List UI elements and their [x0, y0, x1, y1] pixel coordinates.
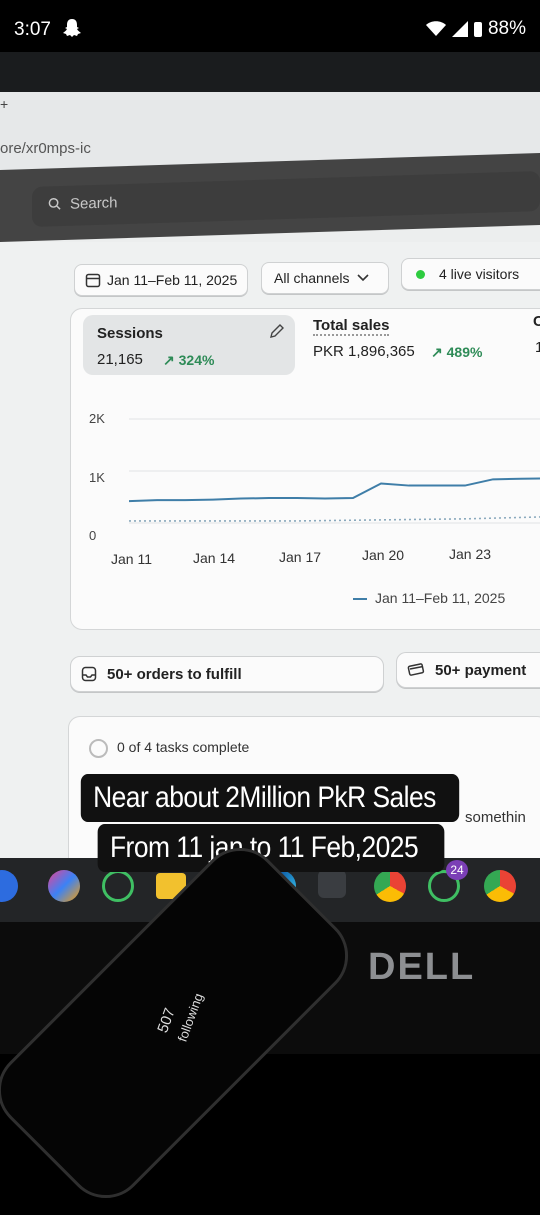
- sessions-series-line: [129, 477, 540, 503]
- sessions-metric-tile[interactable]: Sessions 21,165 ↗ 324%: [83, 315, 295, 375]
- comparison-series-line: [129, 516, 540, 522]
- total-sales-label[interactable]: Total sales: [313, 317, 390, 336]
- sessions-line-chart: [129, 418, 540, 524]
- inbox-icon: [81, 666, 97, 682]
- new-tab-button[interactable]: +: [0, 96, 8, 112]
- caption-text-1: Near about 2Million PkR Sales: [93, 781, 436, 814]
- sessions-value: 21,165: [97, 351, 143, 368]
- date-range-label: Jan 11–Feb 11, 2025: [107, 272, 238, 288]
- y-tick-label: 1K: [89, 470, 105, 485]
- total-sales-value: PKR 1,896,365: [313, 343, 415, 360]
- caption-line-1: Near about 2Million PkR Sales: [80, 774, 460, 822]
- payments-label: 50+ payment: [435, 661, 527, 679]
- search-icon: [48, 197, 61, 210]
- third-metric-label: C: [533, 313, 540, 330]
- calendar-icon: [85, 273, 101, 288]
- search-placeholder: Search: [70, 194, 118, 213]
- store-icon[interactable]: [318, 870, 346, 898]
- analytics-card: Sessions 21,165 ↗ 324% Total sales PKR 1…: [70, 308, 540, 630]
- third-metric-value: 1: [535, 339, 540, 356]
- chevron-down-icon: [356, 274, 369, 282]
- dell-logo: DELL: [368, 946, 476, 988]
- status-bar: 3:07 88%: [0, 0, 540, 52]
- sessions-delta: ↗ 324%: [163, 352, 214, 369]
- y-tick-label: 2K: [89, 411, 105, 426]
- x-tick-label: Jan 11: [111, 551, 152, 567]
- progress-circle-icon: [89, 739, 108, 758]
- status-icons: 88%: [425, 18, 526, 40]
- legend-line-swatch: [353, 598, 367, 601]
- pencil-icon[interactable]: [269, 323, 285, 339]
- channels-label: All channels: [274, 270, 350, 286]
- x-tick-label: Jan 14: [193, 550, 236, 566]
- date-range-button[interactable]: Jan 11–Feb 11, 2025: [74, 264, 248, 296]
- orders-label: 50+ orders to fulfill: [107, 665, 242, 683]
- copilot-icon[interactable]: [48, 870, 80, 902]
- battery-percent: 88%: [487, 18, 526, 39]
- channels-dropdown[interactable]: All channels: [261, 262, 389, 294]
- x-tick-label: Jan 20: [362, 547, 405, 563]
- zoom-icon[interactable]: [0, 870, 18, 902]
- orders-to-fulfill-button[interactable]: 50+ orders to fulfill: [70, 656, 384, 692]
- notification-badge: 24: [446, 860, 468, 880]
- battery-icon: [473, 21, 482, 37]
- total-sales-delta-value: 489%: [446, 344, 483, 360]
- live-visitors-button[interactable]: 4 live visitors: [401, 258, 540, 290]
- whatsapp-icon[interactable]: [102, 870, 134, 902]
- payment-icon: [407, 663, 425, 676]
- wifi-icon: [425, 21, 446, 36]
- legend-label: Jan 11–Feb 11, 2025: [375, 590, 506, 606]
- sessions-delta-value: 324%: [178, 352, 215, 368]
- search-input[interactable]: Search: [32, 171, 540, 227]
- payments-button[interactable]: 50+ payment: [396, 652, 540, 688]
- url-text[interactable]: ore/xr0mps-ic: [0, 140, 91, 157]
- live-visitors-label: 4 live visitors: [439, 266, 520, 282]
- trend-up-icon: ↗: [431, 344, 443, 360]
- trend-up-icon: ↗: [163, 352, 175, 368]
- live-dot-icon: [416, 269, 425, 279]
- x-tick-label: Jan 23: [449, 546, 492, 562]
- signal-icon: [451, 21, 468, 37]
- chrome-icon[interactable]: [484, 870, 516, 902]
- chart-legend: Jan 11–Feb 11, 2025: [353, 590, 505, 606]
- task-partial-text: somethin: [465, 809, 526, 826]
- status-time: 3:07: [14, 19, 51, 40]
- snapchat-icon: [63, 19, 81, 37]
- total-sales-delta: ↗ 489%: [431, 344, 482, 361]
- y-tick-label: 0: [89, 528, 97, 543]
- tasks-progress-text: 0 of 4 tasks complete: [117, 739, 250, 755]
- x-tick-label: Jan 17: [279, 549, 322, 565]
- browser-screen: + ore/xr0mps-ic Search Jan 11–Feb 11, 20…: [0, 92, 540, 898]
- chrome-profile-icon[interactable]: [374, 870, 406, 902]
- sessions-label: Sessions: [97, 325, 163, 342]
